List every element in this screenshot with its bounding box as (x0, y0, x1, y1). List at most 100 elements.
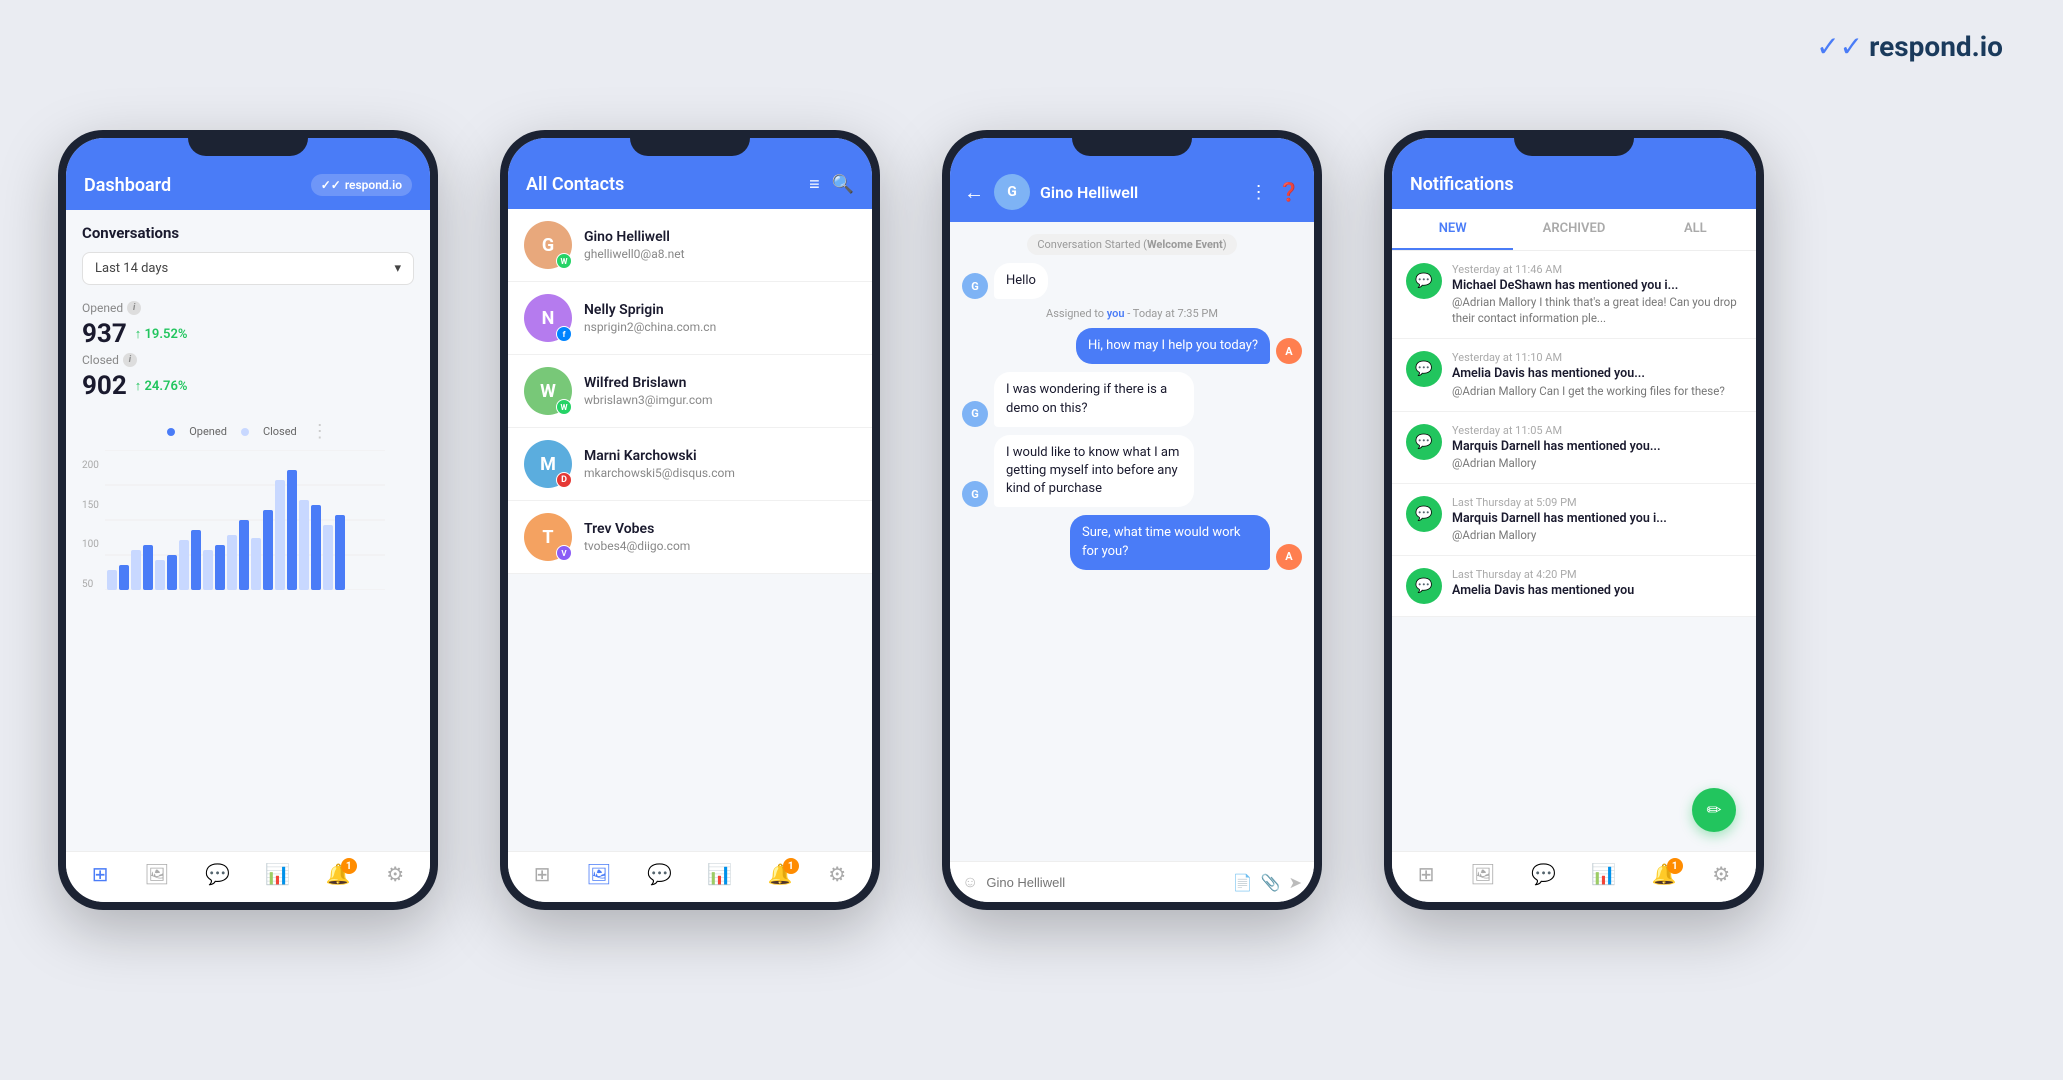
chat-avatar: G (994, 174, 1030, 210)
fab-button[interactable]: ✏ (1692, 788, 1736, 832)
bar-chart (105, 450, 385, 590)
notification-list: 💬 Yesterday at 11:46 AM Michael DeShawn … (1392, 251, 1756, 851)
message-demo: G I was wondering if there is a demo on … (962, 372, 1302, 426)
contact-item[interactable]: W W Wilfred Brislawn wbrislawn3@imgur.co… (508, 355, 872, 428)
notch-4 (1514, 130, 1634, 156)
date-range-dropdown[interactable]: Last 14 days ▾ (82, 252, 414, 285)
notification-item[interactable]: 💬 Yesterday at 11:46 AM Michael DeShawn … (1392, 251, 1756, 339)
bubble-hi-help: Hi, how may I help you today? (1076, 328, 1270, 364)
contact-name-2: Nelly Sprigin (584, 302, 716, 318)
contacts-nav-icon: 🖼 (144, 862, 169, 886)
notification-item[interactable]: 💬 Yesterday at 11:10 AM Amelia Davis has… (1392, 339, 1756, 411)
notch-3 (1072, 130, 1192, 156)
nav-contacts[interactable]: 🖼 (144, 862, 169, 886)
nav-notifications[interactable]: 🔔 1 (326, 862, 351, 886)
tab-archived[interactable]: ARCHIVED (1513, 209, 1634, 250)
notif-time-1: Yesterday at 11:46 AM (1452, 263, 1742, 276)
phone-chat: ← G Gino Helliwell ⋮ ❓ Conversation Star… (942, 130, 1322, 910)
chat-content: Conversation Started (Welcome Event) G H… (950, 222, 1314, 861)
phone-notifications: Notifications NEW ARCHIVED ALL 💬 Yesterd… (1384, 130, 1764, 910)
more-options-icon[interactable]: ⋮ (1250, 182, 1268, 203)
more-options-icon[interactable]: ⋮ (311, 421, 329, 442)
notification-item[interactable]: 💬 Last Thursday at 5:09 PM Marquis Darne… (1392, 484, 1756, 556)
filter-icon[interactable]: ≡ (809, 174, 820, 195)
contact-info-3: Wilfred Brislawn wbrislawn3@imgur.com (584, 375, 713, 407)
legend-closed: Closed (263, 425, 297, 438)
nav4-contacts[interactable]: 🖼 (1470, 862, 1495, 886)
contact-item[interactable]: M D Marni Karchowski mkarchowski5@disqus… (508, 428, 872, 501)
notif-content-5: Last Thursday at 4:20 PM Amelia Davis ha… (1452, 568, 1634, 599)
notification-icon-2: 💬 (1406, 351, 1442, 387)
avatar-wrapper-5: T V (524, 513, 572, 561)
conversations-title: Conversations (82, 224, 414, 242)
opened-label: Opened i (82, 301, 414, 315)
chevron-down-icon: ▾ (394, 261, 401, 276)
logo-check-icon: ✓✓ (1816, 30, 1863, 63)
agent-avatar-2: A (1276, 544, 1302, 570)
nav4-analytics[interactable]: 📊 (1591, 862, 1616, 886)
chat-input[interactable] (986, 875, 1224, 890)
viber-badge: V (556, 545, 572, 561)
nav-settings[interactable]: ⚙ (386, 862, 404, 886)
nav2-dashboard[interactable]: ⊞ (534, 862, 551, 886)
help-icon[interactable]: ❓ (1278, 182, 1300, 203)
nav2-contacts[interactable]: 🖼 (586, 862, 611, 886)
contact-email-4: mkarchowski5@disqus.com (584, 466, 735, 480)
stats-section: Opened i 937 ↑ 19.52% Closed i 902 ↑ 24.… (66, 291, 430, 411)
nav2-settings[interactable]: ⚙ (828, 862, 846, 886)
bubble-time: Sure, what time would work for you? (1070, 515, 1270, 569)
bubble-purchase: I would like to know what I am getting m… (994, 435, 1194, 508)
page-wrapper: ✓✓ respond.io Dashboard ✓✓ respond.io Co… (0, 0, 2063, 1080)
emoji-icon[interactable]: ☺ (962, 872, 978, 892)
bubble-demo: I was wondering if there is a demo on th… (994, 372, 1194, 426)
opened-dot (167, 428, 175, 436)
search-icon[interactable]: 🔍 (832, 174, 854, 195)
dropdown-value: Last 14 days (95, 261, 168, 276)
back-arrow-icon[interactable]: ← (964, 180, 984, 205)
contact-email-3: wbrislawn3@imgur.com (584, 393, 713, 407)
nav4-chat[interactable]: 💬 (1531, 862, 1556, 886)
nav-chat[interactable]: 💬 (205, 862, 230, 886)
chart-legend: Opened Closed ⋮ (82, 421, 414, 442)
conversations-section: Conversations Last 14 days ▾ (66, 210, 430, 291)
bottom-nav-1: ⊞ 🖼 💬 📊 🔔 1 ⚙ (66, 851, 430, 902)
message-purchase: G I would like to know what I am getting… (962, 435, 1302, 508)
notification-item[interactable]: 💬 Last Thursday at 4:20 PM Amelia Davis … (1392, 556, 1756, 617)
notification-icon-4: 💬 (1406, 496, 1442, 532)
phone-inner-1: Dashboard ✓✓ respond.io Conversations La… (66, 138, 430, 902)
contact-item[interactable]: T V Trev Vobes tvobes4@diigo.com (508, 501, 872, 574)
contacts-content: G W Gino Helliwell ghelliwell0@a8.net N … (508, 209, 872, 851)
nav4-notifications[interactable]: 🔔 1 (1652, 862, 1677, 886)
chart-area: Opened Closed ⋮ 200 150 100 50 (66, 411, 430, 851)
closed-dot (241, 428, 249, 436)
nav-dashboard[interactable]: ⊞ (92, 862, 109, 886)
notifications-title: Notifications (1410, 174, 1514, 195)
contact-item[interactable]: G W Gino Helliwell ghelliwell0@a8.net (508, 209, 872, 282)
contacts-title: All Contacts (526, 174, 624, 195)
contact-item[interactable]: N f Nelly Sprigin nsprigin2@china.com.cn (508, 282, 872, 355)
notification-badge-2: 1 (783, 858, 799, 874)
nav2-analytics[interactable]: 📊 (707, 862, 732, 886)
message-hello: G Hello (962, 263, 1302, 299)
attachment-icon[interactable]: 📎 (1261, 873, 1281, 892)
chat-icon-2: 💬 (647, 862, 672, 886)
sender-avatar-3: G (962, 481, 988, 507)
notification-icon-1: 💬 (1406, 263, 1442, 299)
nav2-notifications[interactable]: 🔔 1 (768, 862, 793, 886)
contacts-icon-2: 🖼 (586, 862, 611, 886)
phone-contacts: All Contacts ≡ 🔍 G W Gino Helliwell (500, 130, 880, 910)
nav-analytics[interactable]: 📊 (265, 862, 290, 886)
contact-info-1: Gino Helliwell ghelliwell0@a8.net (584, 229, 685, 261)
nav4-dashboard[interactable]: ⊞ (1418, 862, 1435, 886)
attachment-file-icon[interactable]: 📄 (1233, 873, 1253, 892)
settings-nav-icon: ⚙ (386, 862, 404, 886)
tab-all[interactable]: ALL (1635, 209, 1756, 250)
notification-item[interactable]: 💬 Yesterday at 11:05 AM Marquis Darnell … (1392, 412, 1756, 484)
tab-new[interactable]: NEW (1392, 209, 1513, 250)
nav2-chat[interactable]: 💬 (647, 862, 672, 886)
notif-title-5: Amelia Davis has mentioned you (1452, 583, 1634, 599)
send-icon[interactable]: ➤ (1289, 873, 1302, 892)
nav4-settings[interactable]: ⚙ (1712, 862, 1730, 886)
notif-title-2: Amelia Davis has mentioned you... (1452, 366, 1725, 382)
sender-avatar-2: G (962, 401, 988, 427)
